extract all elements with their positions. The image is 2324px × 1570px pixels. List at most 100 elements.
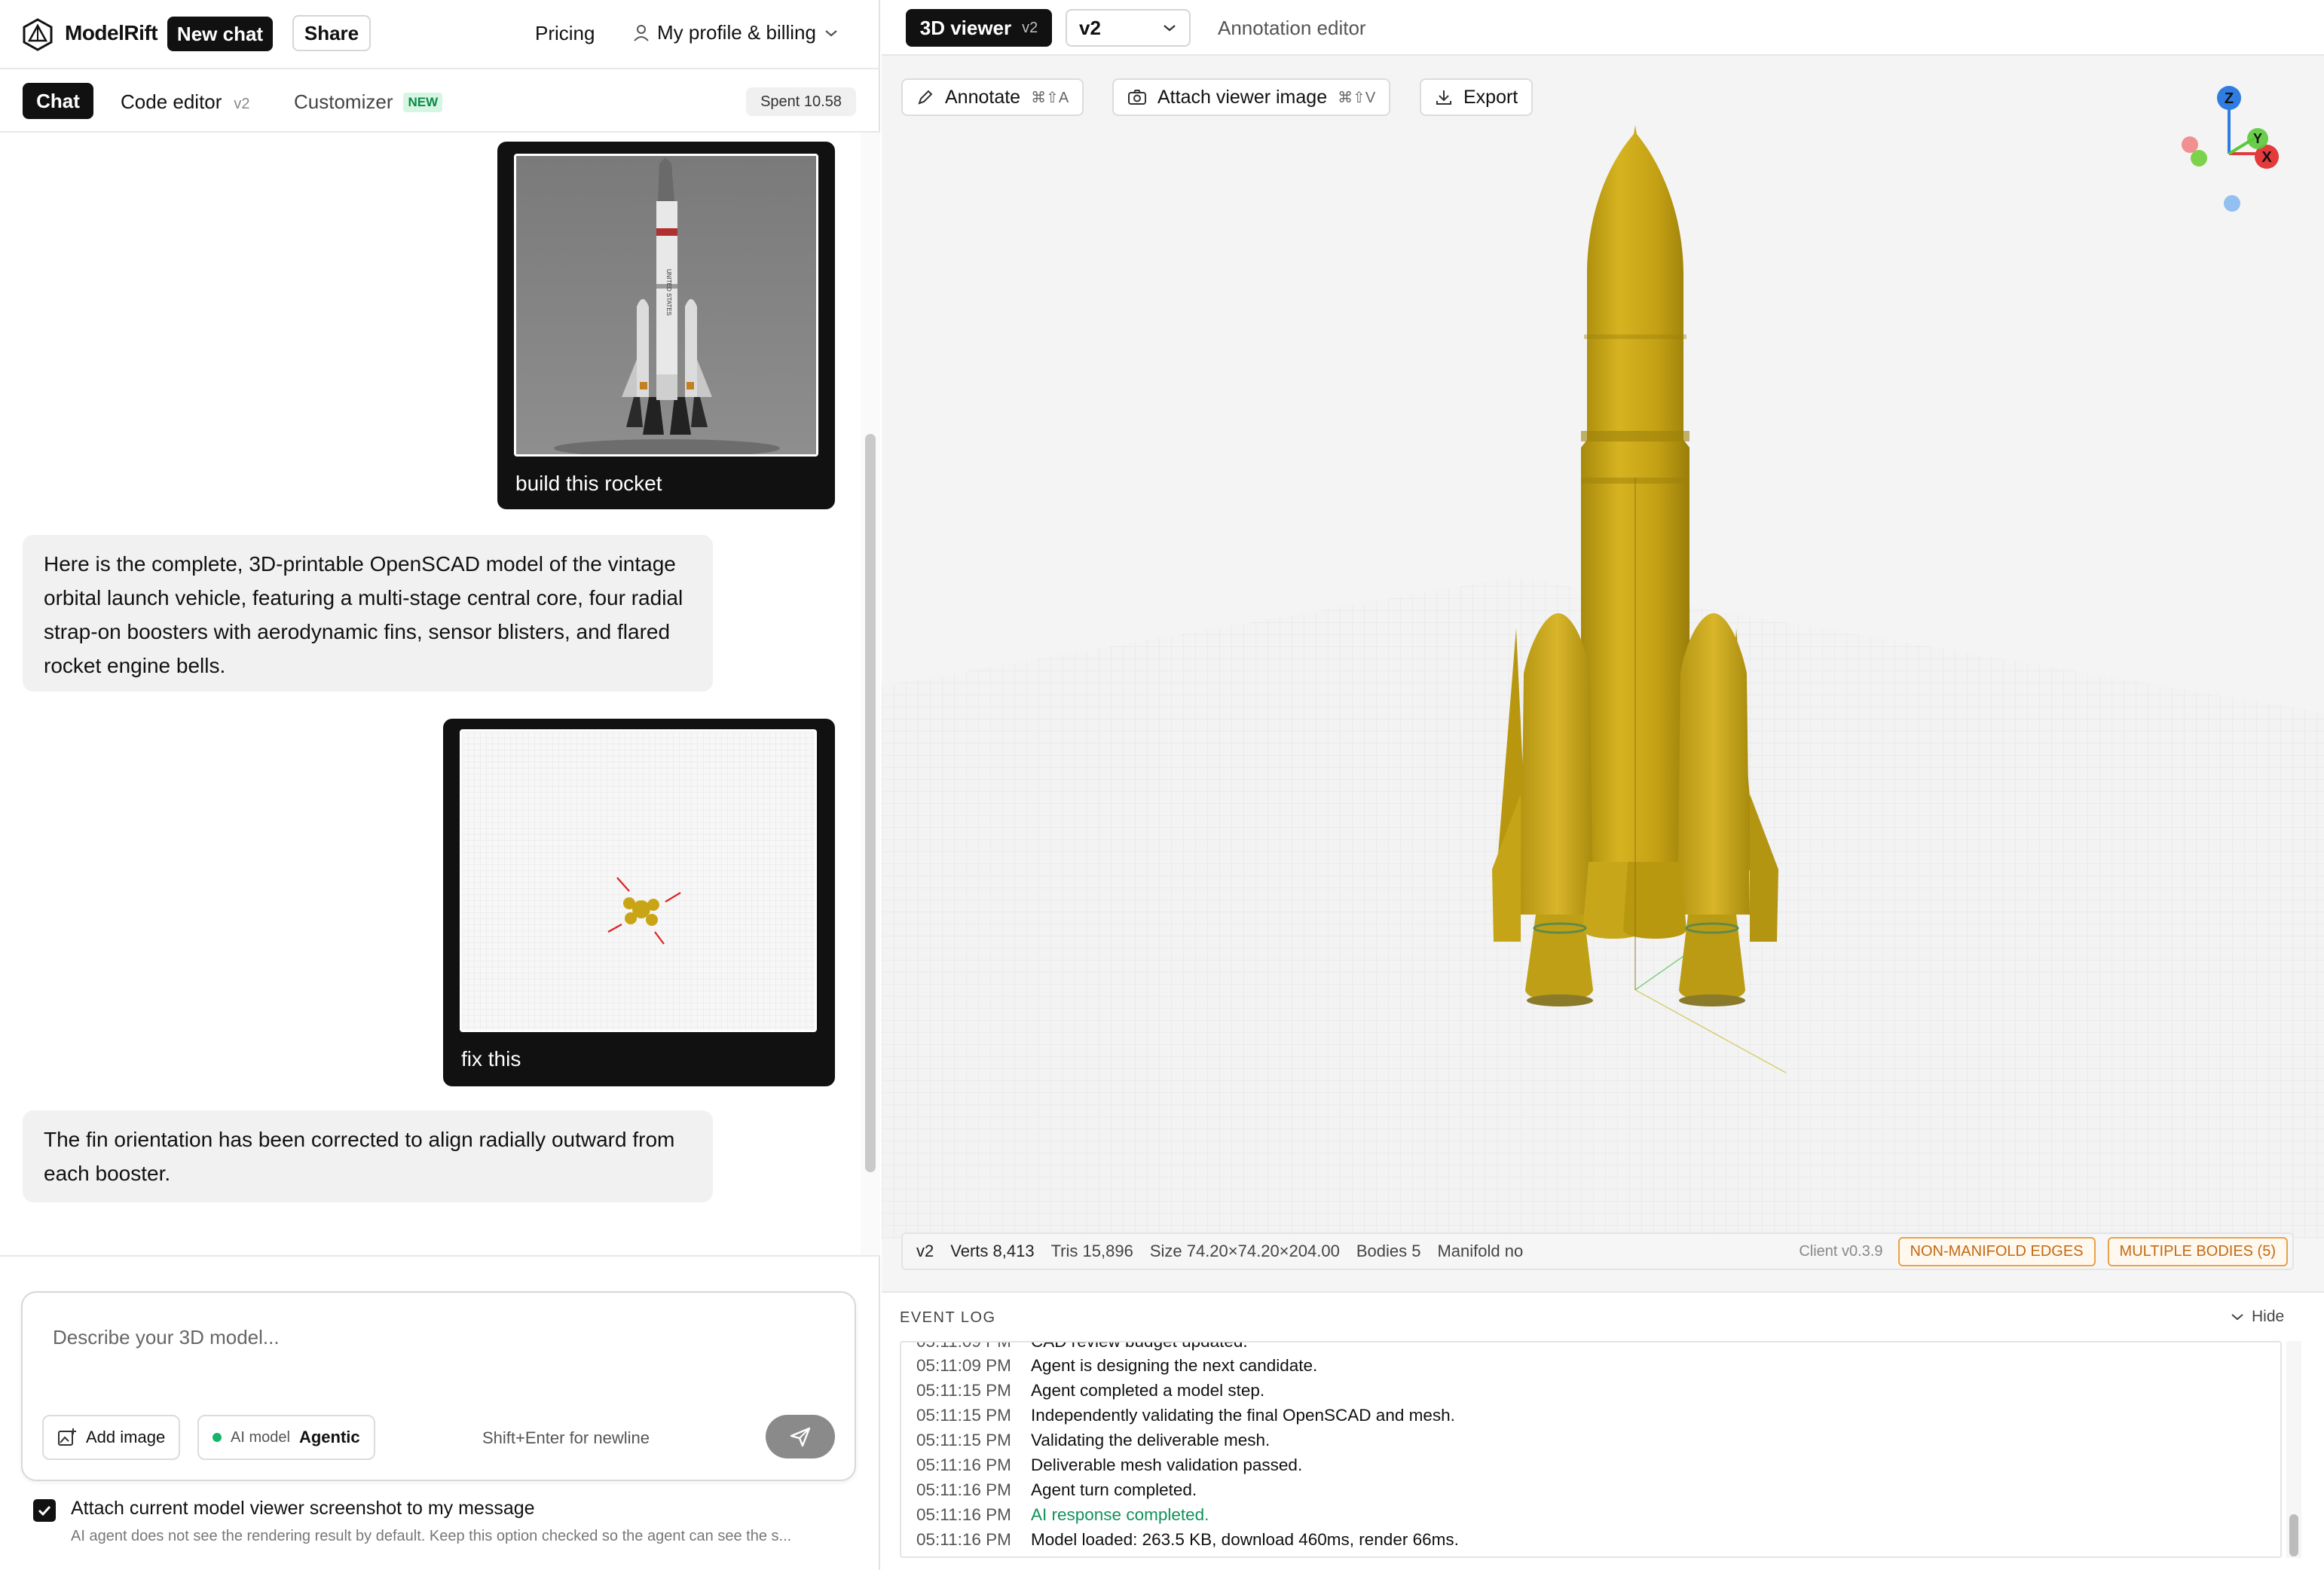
3d-scene: Z X Y (882, 56, 2324, 1239)
hide-event-log-button[interactable]: Hide (2231, 1308, 2284, 1326)
rocket-reference-image[interactable]: UNITED STATES (514, 154, 818, 457)
version-select-value: v2 (1079, 16, 1101, 39)
event-log-list[interactable]: 05:11:09 PM CAD review budget updated. 05… (900, 1341, 2282, 1558)
user-message: UNITED STATES build this rocket (497, 142, 835, 509)
profile-menu[interactable]: My profile & billing (633, 21, 839, 44)
log-time: 05:11:16 PM (916, 1455, 1011, 1474)
send-button[interactable] (766, 1415, 835, 1459)
profile-label: My profile & billing (657, 21, 816, 44)
prompt-placeholder: Describe your 3D model... (53, 1326, 280, 1349)
log-message: Independently validating the final OpenS… (1031, 1406, 1455, 1425)
log-row: 05:11:15 PM Validating the deliverable me… (916, 1431, 1270, 1450)
warning-badge-multiple-bodies[interactable]: MULTIPLE BODIES (5) (2107, 1236, 2288, 1266)
viewer-screenshot-image[interactable] (460, 729, 817, 1032)
add-image-icon (58, 1428, 76, 1446)
new-badge: NEW (403, 92, 443, 112)
assistant-message: The fin orientation has been corrected t… (23, 1110, 713, 1202)
add-image-button[interactable]: Add image (42, 1415, 181, 1460)
status-version: v2 (916, 1242, 934, 1260)
log-message: Agent is designing the next candidate. (1031, 1356, 1318, 1375)
log-time: 05:11:09 PM (916, 1341, 1011, 1351)
log-message: Agent turn completed. (1031, 1480, 1197, 1499)
rocket-photo: UNITED STATES (516, 156, 816, 454)
attach-viewer-image-button[interactable]: Attach viewer image ⌘⇧V (1112, 78, 1391, 116)
tab-3d-viewer[interactable]: 3D viewer v2 (906, 9, 1052, 47)
newline-hint: Shift+Enter for newline (482, 1428, 650, 1447)
attach-screenshot-help: AI agent does not see the rendering resu… (71, 1528, 792, 1544)
log-time: 05:11:15 PM (916, 1406, 1011, 1425)
log-message: Agent completed a model step. (1031, 1381, 1265, 1400)
new-chat-button[interactable]: New chat (167, 17, 273, 51)
pricing-link[interactable]: Pricing (535, 22, 595, 45)
chat-messages: UNITED STATES build this rocket Here is … (0, 133, 859, 1255)
log-time: 05:11:15 PM (916, 1431, 1011, 1449)
model-status-bar: v2 Verts 8,413 Tris 15,896 Size 74.20×74… (901, 1232, 2294, 1270)
checkmark-icon (38, 1505, 51, 1517)
camera-icon (1128, 90, 1146, 105)
version-select[interactable]: v2 (1066, 9, 1191, 47)
pencil-icon (918, 90, 933, 105)
log-message: Deliverable mesh validation passed. (1031, 1455, 1303, 1474)
annotate-label: Annotate (945, 86, 1021, 108)
warning-badge-non-manifold[interactable]: NON-MANIFOLD EDGES (1897, 1236, 2096, 1266)
ai-model-selector[interactable]: AI model Agentic (197, 1415, 375, 1460)
status-verts: Verts 8,413 (950, 1242, 1035, 1260)
status-size: Size 74.20×74.20×204.00 (1149, 1242, 1340, 1260)
user-icon (634, 24, 649, 41)
status-manifold: Manifold no (1437, 1242, 1524, 1260)
message-caption: build this rocket (515, 472, 662, 495)
tab-3d-viewer-version: v2 (1022, 19, 1038, 36)
screenshot-grid (462, 732, 815, 1030)
status-bodies: Bodies 5 (1356, 1242, 1421, 1260)
chevron-down-icon (1164, 25, 1176, 32)
log-message: CAD review budget updated. (1031, 1341, 1248, 1351)
3d-viewport[interactable]: Z X Y (882, 56, 2324, 1239)
log-row: 05:11:16 PM Model loaded: 263.5 KB, downl… (916, 1530, 1459, 1550)
tab-code-editor[interactable]: Code editor v2 (121, 90, 250, 114)
attach-screenshot-label[interactable]: Attach current model viewer screenshot t… (71, 1498, 535, 1520)
tab-customizer-label: Customizer (294, 90, 393, 113)
status-tris: Tris 15,896 (1050, 1242, 1133, 1260)
ai-model-value: Agentic (298, 1428, 360, 1446)
axis-x-label: X (2261, 149, 2272, 166)
log-time: 05:11:16 PM (916, 1530, 1011, 1549)
send-icon (790, 1427, 811, 1447)
log-time: 05:11:09 PM (916, 1356, 1011, 1375)
attach-viewer-image-shortcut: ⌘⇧V (1338, 89, 1376, 106)
spent-badge: Spent 10.58 (746, 87, 856, 116)
brand-name[interactable]: ModelRift (65, 21, 158, 45)
attach-screenshot-checkbox[interactable] (33, 1499, 56, 1522)
share-button[interactable]: Share (292, 15, 371, 51)
tab-3d-viewer-label: 3D viewer (919, 16, 1012, 39)
event-log-scrollbar-thumb[interactable] (2289, 1514, 2298, 1556)
ai-model-label: AI model (231, 1428, 290, 1446)
log-row: 05:11:15 PM Independently validating the … (916, 1406, 1455, 1425)
tab-customizer[interactable]: Customizer NEW (294, 90, 443, 114)
assistant-message: Here is the complete, 3D-printable OpenS… (23, 535, 713, 692)
event-log-title: EVENT LOG (900, 1309, 996, 1326)
chat-scrollbar-thumb[interactable] (865, 434, 876, 1172)
log-time: 05:11:16 PM (916, 1505, 1011, 1524)
download-icon (1436, 90, 1451, 105)
log-time: 05:11:15 PM (916, 1381, 1011, 1400)
log-message: AI response completed. (1031, 1505, 1209, 1524)
top-bar: ModelRift New chat Share Pricing My prof… (0, 0, 880, 69)
chevron-down-icon (825, 29, 837, 36)
log-time: 05:11:16 PM (916, 1480, 1011, 1499)
status-dot-icon (213, 1433, 222, 1442)
annotate-button[interactable]: Annotate ⌘⇧A (901, 78, 1084, 116)
chat-tabs: Chat Code editor v2 Customizer NEW Spent… (0, 69, 880, 133)
message-caption: fix this (461, 1047, 521, 1071)
chevron-down-icon (2231, 1314, 2243, 1321)
tab-annotation-editor[interactable]: Annotation editor (1218, 17, 1366, 40)
tab-chat[interactable]: Chat (23, 83, 93, 119)
client-version: Client v0.3.9 (1799, 1242, 1883, 1260)
log-row: 05:11:09 PM CAD review budget updated. (916, 1341, 1248, 1352)
add-image-label: Add image (86, 1428, 166, 1446)
attach-viewer-image-label: Attach viewer image (1157, 86, 1328, 108)
axis-y-label: Y (2253, 131, 2262, 146)
log-row: 05:11:16 PM Deliverable mesh validation p… (916, 1455, 1302, 1475)
export-button[interactable]: Export (1420, 78, 1534, 116)
log-row: 05:11:15 PM Agent completed a model step. (916, 1381, 1264, 1400)
export-label: Export (1463, 86, 1518, 108)
